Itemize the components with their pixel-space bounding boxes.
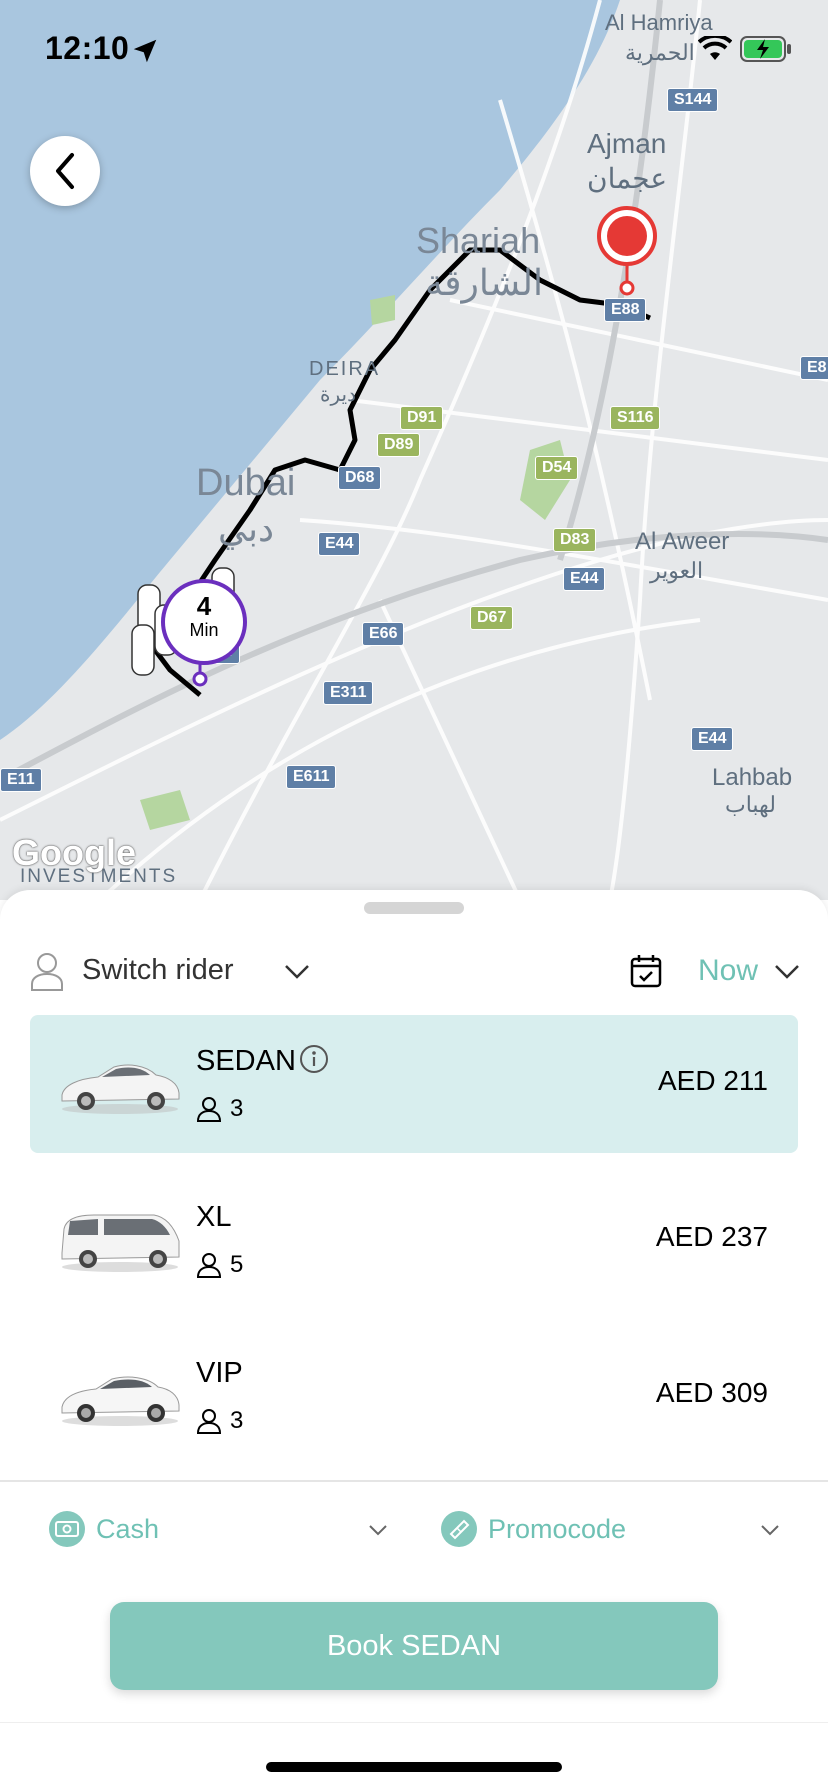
vehicle-capacity: 5: [196, 1251, 243, 1279]
status-bar: 12:10: [0, 0, 828, 100]
map-label-al-aweer-ar: العوير: [650, 558, 704, 583]
passenger-count: 5: [230, 1251, 244, 1278]
person-icon: [196, 1097, 222, 1122]
vehicle-price: AED 309: [655, 1377, 768, 1408]
schedule-now-label: Now: [697, 954, 758, 987]
map-label-dubai-ar: دبي: [218, 508, 275, 549]
switch-rider-button[interactable]: Switch rider: [30, 942, 330, 1002]
sedan-car-image: [61, 1064, 180, 1114]
vehicle-name: VIP: [196, 1357, 243, 1389]
map-label-ajman-ar: عجمان: [587, 163, 668, 194]
passenger-count: 3: [230, 1095, 244, 1122]
road-shield-s116: S116: [610, 406, 661, 430]
person-icon: [196, 1409, 222, 1434]
road-shield-d67: D67: [470, 606, 514, 630]
schedule-button[interactable]: Now: [630, 942, 800, 1002]
eta-value: 4: [196, 591, 212, 621]
promocode-label: Promocode: [488, 1513, 627, 1544]
vip-car-image: [61, 1376, 180, 1426]
road-shield-d83: D83: [553, 528, 597, 552]
road-shield-e44-east: E44: [563, 567, 606, 591]
cash-icon: [49, 1511, 85, 1547]
payment-method-label: Cash: [96, 1513, 160, 1544]
road-shield-e44-west: E44: [318, 532, 361, 556]
battery-charging-icon: [740, 36, 791, 62]
map-label-sharjah-ar: الشارقة: [425, 262, 543, 303]
vehicle-option-xl[interactable]: XL 5 AED 237: [30, 1171, 798, 1309]
road-shield-e611: E611: [286, 765, 337, 789]
road-shield-e44-south: E44: [691, 727, 734, 751]
vehicle-option-vip[interactable]: VIP 3 AED 309: [30, 1327, 798, 1465]
calendar-icon: [630, 955, 662, 988]
road-shield-d54: D54: [535, 456, 579, 480]
vehicle-name: SEDAN: [196, 1045, 296, 1077]
status-time: 12:10: [45, 30, 130, 66]
road-shield-e11: E11: [0, 768, 42, 792]
location-arrow-icon: [133, 39, 157, 63]
map-label-dubai: Dubai: [196, 462, 296, 504]
person-icon: [196, 1253, 222, 1278]
road-shield-d89: D89: [377, 433, 421, 457]
sheet-drag-handle[interactable]: [364, 902, 464, 914]
road-shield-e88-right: E8: [800, 356, 828, 380]
footer-divider: [0, 1722, 828, 1723]
wifi-icon: [698, 36, 732, 60]
switch-rider-label: Switch rider: [82, 954, 234, 986]
road-shield-e311: E311: [323, 681, 374, 705]
chevron-down-icon: [761, 1525, 779, 1536]
section-divider: [0, 1480, 828, 1482]
passenger-count: 3: [230, 1407, 244, 1434]
home-indicator[interactable]: [266, 1762, 562, 1772]
road-shield-e88: E88: [604, 298, 647, 322]
vehicle-price: AED 211: [658, 1065, 768, 1096]
road-shield-e66: E66: [362, 622, 405, 646]
road-shield-d68: D68: [338, 466, 382, 490]
info-icon[interactable]: [298, 1043, 330, 1075]
eta-marker: 4 Min: [161, 579, 247, 665]
map-view[interactable]: Al Hamriya الحمرية Ajman عجمان Shariah ا…: [0, 0, 828, 900]
xl-van-image: [61, 1214, 180, 1272]
chevron-down-icon: [775, 965, 799, 979]
person-icon: [31, 953, 63, 991]
back-button[interactable]: [30, 136, 100, 206]
vehicle-price: AED 237: [655, 1221, 768, 1252]
map-label-deira-ar: ديرة: [320, 384, 356, 406]
rider-schedule-row: Switch rider Now: [30, 942, 800, 1002]
ticket-icon: [441, 1511, 477, 1547]
chevron-left-icon: [56, 153, 74, 189]
map-label-ajman: Ajman: [587, 128, 667, 159]
vehicle-name: XL: [196, 1201, 232, 1233]
google-attribution: Google: [12, 832, 136, 873]
payment-method-selector[interactable]: Cash: [48, 1510, 388, 1548]
chevron-down-icon: [369, 1525, 387, 1536]
eta-unit: Min: [189, 620, 219, 640]
map-label-al-aweer: Al Aweer: [635, 528, 730, 555]
map-label-lahbab: Lahbab: [712, 764, 793, 791]
vehicle-capacity: 3: [196, 1407, 243, 1435]
vehicle-capacity: 3: [196, 1095, 243, 1123]
book-button[interactable]: Book SEDAN: [110, 1602, 718, 1690]
chevron-down-icon: [285, 965, 309, 979]
promocode-selector[interactable]: Promocode: [440, 1510, 780, 1548]
map-label-lahbab-ar: لهباب: [725, 792, 776, 817]
map-label-sharjah: Shariah: [416, 220, 541, 261]
map-label-deira: DEIRA: [309, 358, 381, 380]
vehicle-option-sedan[interactable]: SEDAN 3 AED 211: [30, 1015, 798, 1153]
road-shield-d91: D91: [400, 406, 444, 430]
